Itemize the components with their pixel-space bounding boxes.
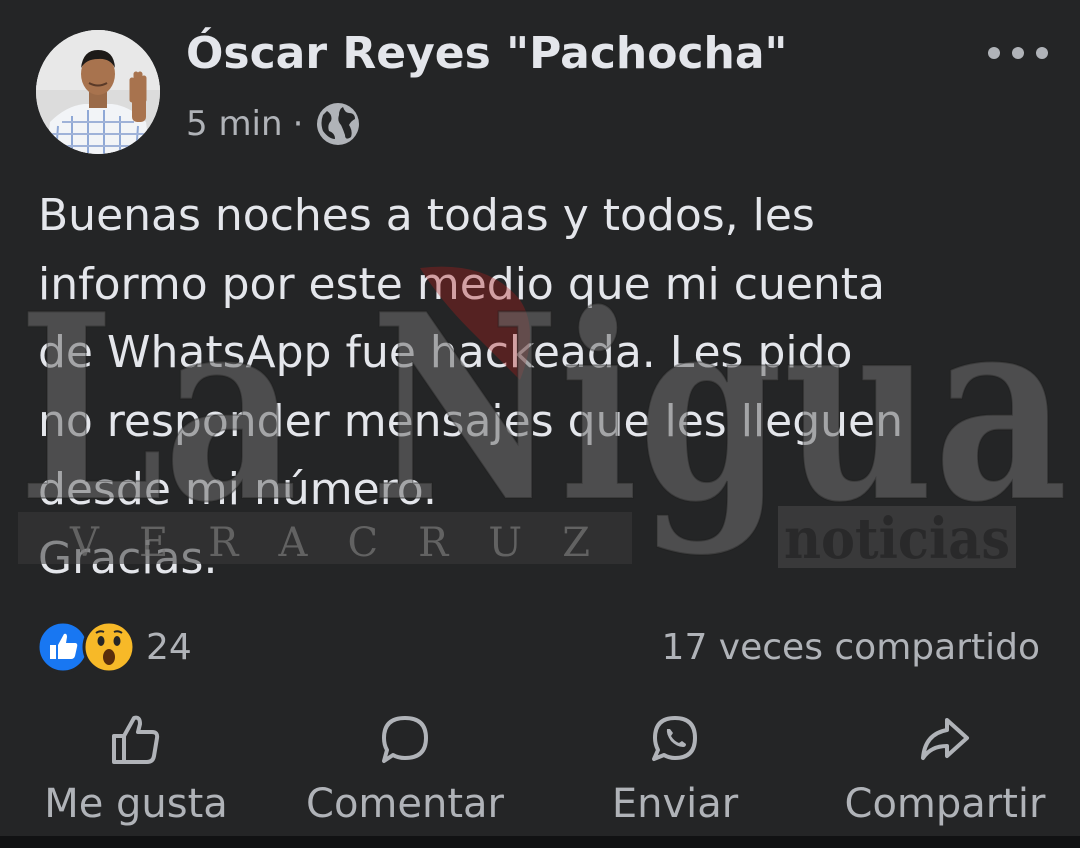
reactions-summary[interactable]: 24 bbox=[36, 620, 192, 674]
post-time[interactable]: 5 min bbox=[186, 104, 283, 144]
shares-count[interactable]: 17 veces compartido bbox=[662, 620, 1040, 674]
more-dot bbox=[1012, 47, 1024, 59]
send-label: Enviar bbox=[611, 781, 739, 827]
whatsapp-icon bbox=[652, 716, 697, 761]
meta-separator: · bbox=[292, 104, 304, 144]
avatar-photo bbox=[36, 30, 160, 154]
thumbs-up-icon bbox=[112, 715, 160, 764]
post-body-text: Buenas noches a todas y todos, les infor… bbox=[38, 190, 904, 584]
author-name[interactable]: Óscar Reyes "Pachocha" bbox=[186, 22, 787, 86]
wow-reaction-icon bbox=[82, 620, 136, 674]
more-options-button[interactable] bbox=[988, 38, 1048, 68]
author-avatar[interactable] bbox=[36, 30, 160, 154]
bottom-divider bbox=[0, 836, 1080, 848]
globe-icon[interactable] bbox=[315, 101, 361, 147]
post-meta: 5 min · bbox=[186, 100, 361, 148]
more-dot bbox=[988, 47, 1000, 59]
facebook-post: Óscar Reyes "Pachocha" 5 min · Buenas no… bbox=[0, 0, 1080, 848]
comment-bubble-icon bbox=[382, 716, 428, 763]
share-button[interactable]: Compartir bbox=[834, 712, 1056, 834]
like-label: Me gusta bbox=[44, 781, 228, 827]
share-label: Compartir bbox=[844, 781, 1046, 827]
reaction-icons bbox=[36, 620, 136, 674]
send-button[interactable]: Enviar bbox=[600, 712, 750, 834]
comment-label: Comentar bbox=[306, 781, 504, 827]
more-dot bbox=[1036, 47, 1048, 59]
like-reaction-icon bbox=[36, 620, 90, 674]
reaction-count: 24 bbox=[146, 626, 192, 668]
share-arrow-icon bbox=[921, 718, 969, 760]
like-button[interactable]: Me gusta bbox=[36, 712, 236, 834]
comment-button[interactable]: Comentar bbox=[296, 712, 514, 834]
